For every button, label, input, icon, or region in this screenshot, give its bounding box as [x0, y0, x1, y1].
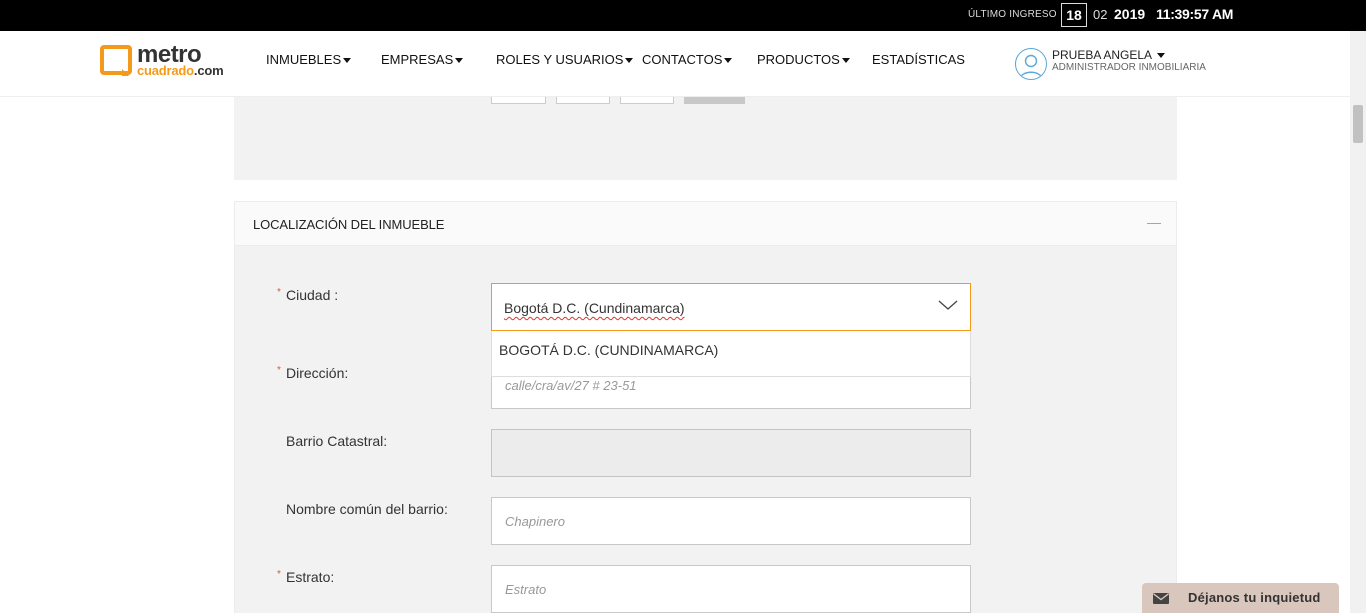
caret-down-icon: [724, 58, 733, 64]
nombre-barrio-input[interactable]: [505, 514, 945, 529]
nav-contactos[interactable]: CONTACTOS: [642, 52, 733, 67]
nav-inmuebles[interactable]: INMUEBLES: [266, 52, 352, 67]
last-login-month: 02: [1093, 7, 1108, 22]
user-menu[interactable]: PRUEBA ANGELA: [1052, 48, 1165, 62]
direccion-label: Dirección:: [286, 365, 349, 381]
nav-roles-usuarios-label: ROLES Y USUARIOS: [496, 52, 624, 67]
nav-productos[interactable]: PRODUCTOS: [757, 52, 850, 67]
last-login-label: ÚLTIMO INGRESO: [968, 9, 1057, 20]
logo-cuadrado-text: cuadrado.com: [137, 63, 224, 78]
nav-inmuebles-label: INMUEBLES: [266, 52, 342, 67]
last-login-day: 18: [1061, 3, 1087, 27]
nav-contactos-label: CONTACTOS: [642, 52, 723, 67]
caret-down-icon: [625, 58, 634, 64]
caret-down-icon: [343, 58, 352, 64]
feedback-label: Déjanos tu inquietud: [1188, 590, 1321, 605]
required-marker: *: [277, 365, 281, 376]
nav-empresas-label: EMPRESAS: [381, 52, 454, 67]
nav-productos-label: PRODUCTOS: [757, 52, 840, 67]
estrato-label: Estrato:: [286, 569, 335, 585]
section-title: LOCALIZACIÓN DEL INMUEBLE: [253, 217, 445, 232]
caret-down-icon: [841, 58, 850, 64]
metrocuadrado-logo[interactable]: metro cuadrado.com: [100, 41, 236, 79]
envelope-icon: [1153, 593, 1169, 604]
estrato-field[interactable]: [491, 565, 971, 613]
ciudad-dropdown-list: BOGOTÁ D.C. (CUNDINAMARCA): [491, 331, 971, 377]
upper-form-panel: [234, 97, 1177, 180]
nav-estadisticas[interactable]: ESTADÍSTICAS: [872, 52, 965, 67]
estrato-input[interactable]: [505, 582, 945, 597]
required-marker: *: [277, 287, 281, 298]
scrollbar-thumb[interactable]: [1353, 105, 1363, 143]
upper-field-3[interactable]: [620, 97, 674, 104]
user-name: PRUEBA ANGELA: [1052, 48, 1152, 62]
nombre-barrio-label: Nombre común del barrio:: [286, 501, 448, 517]
ciudad-select[interactable]: Bogotá D.C. (Cundinamarca): [491, 283, 971, 331]
user-avatar-icon[interactable]: [1015, 48, 1047, 80]
logo-com-word: .com: [193, 63, 224, 78]
ciudad-option[interactable]: BOGOTÁ D.C. (CUNDINAMARCA): [499, 342, 718, 358]
required-marker: *: [277, 569, 281, 580]
chevron-down-icon: [938, 300, 958, 310]
user-role: ADMINISTRADOR INMOBILIARIA: [1052, 62, 1206, 73]
top-bar: ÚLTIMO INGRESO 18 02 2019 11:39:57 AM: [0, 0, 1366, 31]
last-login-time: 11:39:57 AM: [1156, 6, 1234, 22]
barrio-catastral-field: [491, 429, 971, 477]
page-scrollbar[interactable]: [1350, 31, 1366, 613]
upper-button[interactable]: [684, 97, 745, 104]
nav-roles-usuarios[interactable]: ROLES Y USUARIOS: [496, 52, 634, 67]
feedback-button[interactable]: Déjanos tu inquietud: [1142, 583, 1339, 613]
ciudad-selected-value: Bogotá D.C. (Cundinamarca): [504, 300, 685, 316]
barrio-catastral-label: Barrio Catastral:: [286, 433, 388, 449]
logo-cuadrado-word: cuadrado: [137, 63, 194, 78]
minus-icon[interactable]: [1147, 223, 1161, 224]
nav-empresas[interactable]: EMPRESAS: [381, 52, 464, 67]
logo-mark-icon: [100, 45, 132, 76]
caret-down-icon: [455, 58, 464, 64]
location-section-header[interactable]: LOCALIZACIÓN DEL INMUEBLE: [235, 202, 1176, 246]
ciudad-label: Ciudad :: [286, 287, 339, 303]
main-header: metro cuadrado.com INMUEBLES EMPRESAS RO…: [0, 31, 1350, 97]
nav-estadisticas-label: ESTADÍSTICAS: [872, 52, 965, 67]
last-login-year: 2019: [1114, 6, 1146, 22]
direccion-input[interactable]: [505, 378, 945, 393]
upper-field-2[interactable]: [556, 97, 610, 104]
upper-field-1[interactable]: [491, 97, 546, 104]
caret-down-icon: [1156, 53, 1165, 59]
nombre-barrio-field[interactable]: [491, 497, 971, 545]
